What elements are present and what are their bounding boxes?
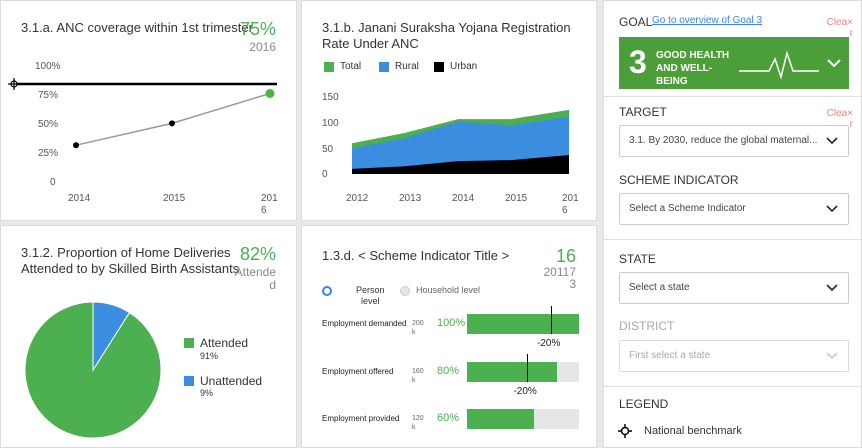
x-tick: 2014 [452,193,475,204]
jsy-registration-card: 3.1.b. Janani Suraksha Yojana Registrati… [301,0,597,221]
state-select[interactable]: Select a state [619,272,849,304]
bar-count-unit: k [412,377,416,384]
chevron-down-icon [826,284,838,292]
bar-count-unit: k [412,329,416,336]
headline-sub-year: 2011 [543,265,570,279]
anc-coverage-card: 3.1.a. ANC coverage within 1st trimester… [0,0,297,221]
filter-panel: GOAL Go to overview of Goal 3 Clea× r 3 … [603,0,862,448]
scheme-indicator-card: 1.3.d. < Scheme Indicator Title > 16 201… [301,225,597,448]
bar-count: 120 [412,415,424,422]
clear-goal-button[interactable]: Clea× r [827,17,853,39]
x-tick: 201 6 [562,193,579,216]
legend-unattended: Unattended [184,374,262,388]
bar-change-marker [551,306,552,334]
x-tick: 2015 [505,193,528,204]
bar-percent: 100% [437,317,466,329]
data-point [73,142,79,149]
goal-name: GOOD HEALTH AND WELL-BEING [656,49,736,88]
legend-attended: Attended [184,336,248,350]
target-label: TARGET [619,105,667,119]
scheme-indicator-placeholder: Select a Scheme Indicator [629,203,746,214]
headline-sub-line2: 3 [569,277,576,291]
divider [604,239,861,240]
headline-value: 16 [555,246,576,266]
scheme-indicator-select[interactable]: Select a Scheme Indicator [619,193,849,225]
x-tick: 2014 [68,193,91,204]
data-point [265,88,275,98]
state-select-placeholder: Select a state [629,282,690,293]
goal-overview-link[interactable]: Go to overview of Goal 3 [652,15,762,26]
scheme-indicator-label: SCHEME INDICATOR [619,173,739,187]
target-select-value: 3.1. By 2030, reduce the global maternal… [629,135,818,146]
bar-track: -20% [467,306,579,349]
legend-label: LEGEND [619,397,669,411]
chevron-down-icon [826,205,838,213]
x-tick: 2013 [399,193,422,204]
bar-change-marker [527,354,529,382]
bar-change-label: -20% [537,338,561,349]
radio-household-level[interactable] [400,286,410,296]
bar-fill [467,362,557,382]
bar-fill [467,409,535,429]
state-label: STATE [619,252,656,266]
district-select-placeholder: First select a state [629,350,711,361]
radio-person-label: Person level [356,285,385,307]
target-select[interactable]: 3.1. By 2030, reduce the global maternal… [619,125,849,157]
series-line [75,92,271,146]
legend-benchmark-text: National benchmark [644,425,742,437]
bar-percent: 60% [437,412,460,424]
area-chart [352,109,569,174]
bar-fill [467,314,579,334]
bar-count: 160 [412,368,424,375]
chevron-down-icon [826,352,838,360]
bar-percent: 80% [437,365,460,377]
home-deliveries-card: 3.1.2. Proportion of Home Deliveries Att… [0,225,297,448]
goal-label: GOAL [619,15,653,29]
bar-count: 200 [412,320,424,327]
legend-swatch [184,338,194,348]
bar-row-label: Employment offered [322,367,394,376]
legend-text: Unattended [200,374,263,388]
bar-count-wrap: 160 k [412,367,424,385]
chevron-down-icon [826,137,838,145]
divider [604,386,861,387]
x-tick: 201 6 [261,193,278,216]
legend-unattended-pct: 9% [200,388,214,398]
divider [604,96,861,97]
crosshair-icon [618,424,632,438]
benchmark-crosshair-icon [8,78,20,90]
radio-person-label-line2: level [361,296,380,306]
pie-chart [24,301,162,439]
goal-name-line2: AND WELL-BEING [656,63,713,87]
legend-attended-pct: 91% [200,351,219,361]
data-point [169,120,175,127]
goal-number: 3 [629,44,647,80]
legend-text: Attended [200,336,249,350]
bar-track: -20% [467,354,579,397]
bar-count-wrap: 200 k [412,319,424,337]
district-label: DISTRICT [619,319,675,333]
heartbeat-icon [739,50,819,80]
radio-person-level[interactable] [322,286,332,296]
legend-swatch [184,376,194,386]
chevron-down-icon [827,59,841,68]
x-tick: 2012 [346,193,369,204]
card-title: 1.3.d. < Scheme Indicator Title > [322,248,510,263]
headline-sub: 20117 3 [544,266,577,290]
radio-person-label-line1: Person [356,285,385,295]
goal-selector[interactable]: 3 GOOD HEALTH AND WELL-BEING [619,37,849,89]
bar-row-label: Employment provided [322,414,400,423]
goal-name-line1: GOOD HEALTH [656,50,730,61]
x-tick: 2015 [163,193,186,204]
bar-count-wrap: 120 k [412,414,424,432]
district-select: First select a state [619,340,849,372]
bar-track [467,409,579,429]
line-chart [8,78,277,149]
bar-change-label: -20% [513,386,537,397]
bar-count-unit: k [412,424,416,431]
bar-row-label: Employment demanded [322,319,407,328]
radio-household-label: Household level [416,285,481,295]
